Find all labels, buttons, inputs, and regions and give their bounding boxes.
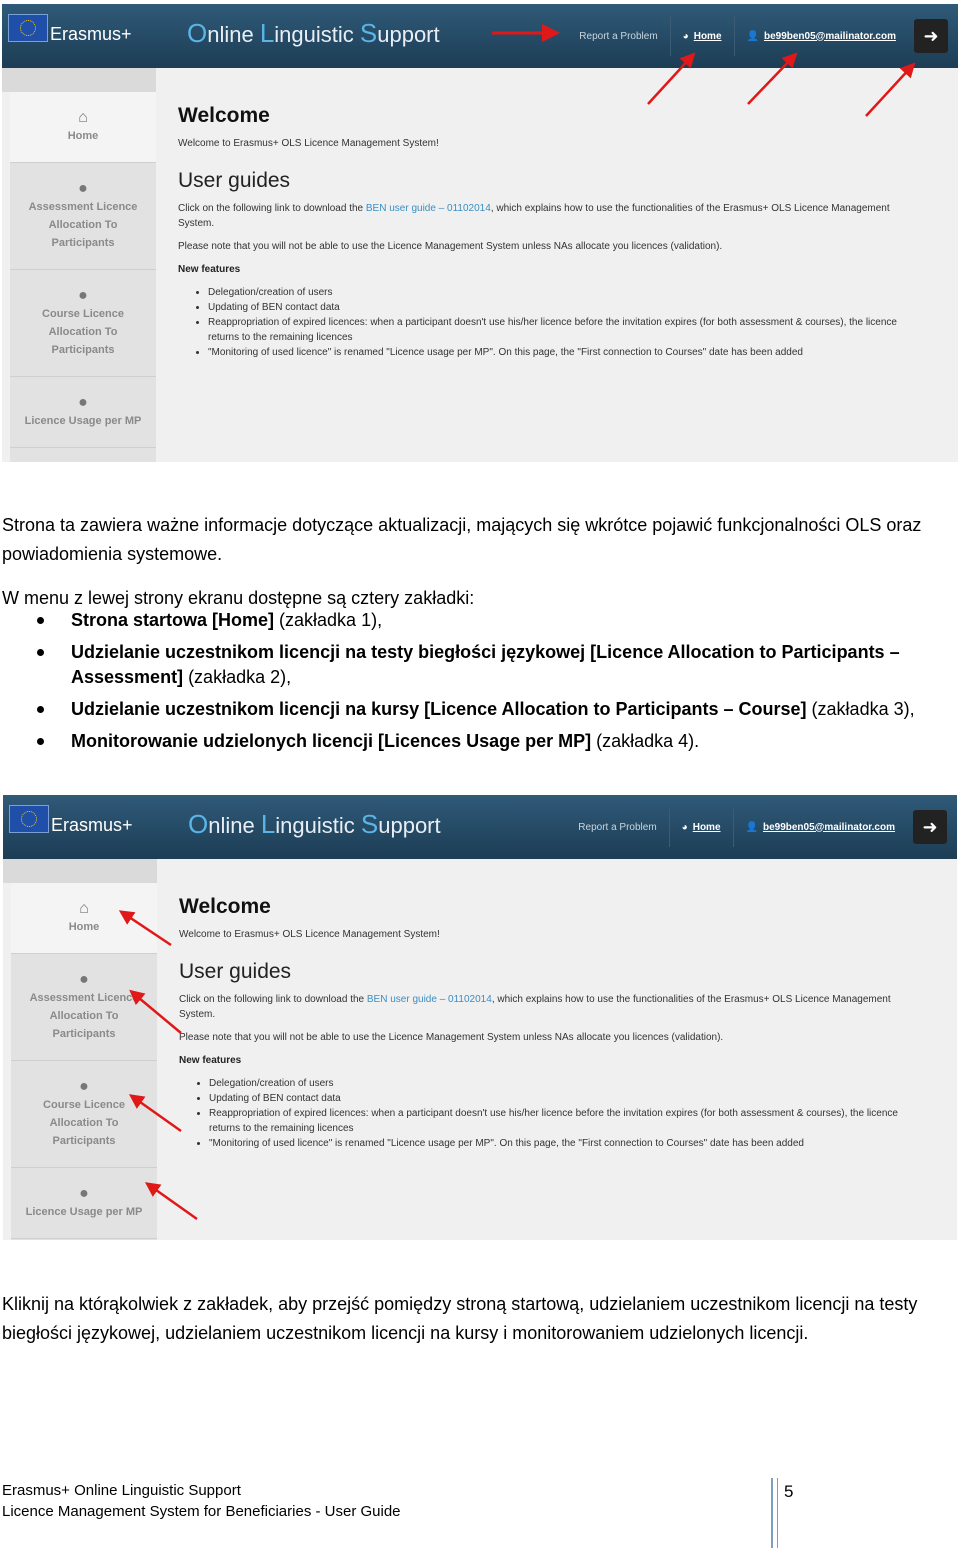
award-icon: ● [79,1185,89,1202]
nav-home-link[interactable]: Home [693,822,721,833]
user-icon: 👤 [745,821,758,833]
user-guides-heading: User guides [178,169,291,192]
user-account-link[interactable]: be99ben05@mailinator.com [763,822,895,833]
logout-button[interactable]: ➜ [913,810,947,844]
eu-flag-logo [9,805,49,833]
home-icon: ⌂ [78,109,88,126]
award-icon: ● [79,971,89,988]
sidebar: ⌂ Home ● Assessment Licence Allocation To … [11,883,157,1240]
list-item: "Monitoring of used licence" is renamed … [208,345,928,360]
user-guides-heading: User guides [179,960,292,983]
app-title: Online Linguistic Support [188,809,441,839]
page-number-divider [771,1478,778,1548]
report-problem-link[interactable]: Report a Problem [567,16,669,56]
footer-line-2: Licence Management System for Beneficiar… [2,1503,401,1520]
logout-icon: ➜ [922,816,938,837]
dashboard-icon: ◕ [682,30,689,42]
screenshot-header-links: Erasmus+ Online Linguistic Support Repor… [2,4,958,462]
doc-text-1: Strona ta zawiera ważne informacje dotyc… [2,511,952,761]
award-icon: ● [78,394,88,411]
guide-text: Click on the following link to download … [178,203,890,229]
sidebar-item-course[interactable]: ● Course Licence Allocation To Participan… [11,1061,157,1168]
welcome-heading: Welcome [178,104,270,127]
welcome-subtitle: Welcome to Erasmus+ OLS Licence Manageme… [179,929,440,940]
screenshot-sidebar-tabs: Erasmus+ Online Linguistic Support Repor… [3,795,957,1240]
tabs-list: Strona startowa [Home] (zakładka 1), Udz… [2,608,952,754]
intro-paragraph: Strona ta zawiera ważne informacje dotyc… [2,515,922,564]
welcome-heading: Welcome [179,895,271,918]
dashboard-icon: ◕ [681,821,688,833]
list-item: Updating of BEN contact data [208,300,928,315]
list-item: Reappropriation of expired licences: whe… [208,315,928,345]
list-item: Strona startowa [Home] (zakładka 1), [37,608,952,633]
main-content: Welcome Welcome to Erasmus+ OLS Licence … [178,104,928,360]
user-guide-link[interactable]: BEN user guide – 01102014 [366,203,491,214]
features-list: Delegation/creation of users Updating of… [178,285,928,360]
eu-flag-logo [8,14,48,42]
list-item: Updating of BEN contact data [209,1091,927,1106]
guide-text: Click on the following link to download … [179,994,891,1020]
sidebar-item-assessment[interactable]: ● Assessment Licence Allocation To Partic… [11,954,157,1061]
menu-intro: W menu z lewej strony ekranu dostępne są… [2,588,475,608]
user-guide-link[interactable]: BEN user guide – 01102014 [367,994,492,1005]
sidebar: ⌂ Home ● Assessment Licence Allocation To … [10,92,156,462]
top-nav: Report a Problem ◕ Home 👤 be99ben05@mailin… [567,4,958,68]
logout-button[interactable]: ➜ [914,19,948,53]
list-item: Udzielanie uczestnikom licencji na testy… [37,640,952,690]
sidebar-item-usage[interactable]: ● Licence Usage per MP [10,377,156,448]
page-footer: Erasmus+ Online Linguistic Support Licen… [2,1480,401,1522]
page-number: 5 [784,1482,794,1501]
list-item: Delegation/creation of users [208,285,928,300]
new-features-heading: New features [179,1055,242,1066]
brand-name: Erasmus+ [51,815,133,835]
list-item: Udzielanie uczestnikom licencji na kursy… [37,697,952,722]
list-item: "Monitoring of used licence" is renamed … [209,1136,927,1151]
award-icon: ● [78,287,88,304]
list-item: Reappropriation of expired licences: whe… [209,1106,927,1136]
features-list: Delegation/creation of users Updating of… [179,1076,927,1151]
nav-home-link[interactable]: Home [694,31,722,42]
home-icon: ⌂ [79,900,89,917]
list-item: Monitorowanie udzielonych licencji [Lice… [37,729,952,754]
user-icon: 👤 [746,30,759,42]
sidebar-item-usage[interactable]: ● Licence Usage per MP [11,1168,157,1239]
app-header: Erasmus+ Online Linguistic Support Repor… [3,795,957,859]
main-content: Welcome Welcome to Erasmus+ OLS Licence … [179,895,927,1151]
welcome-subtitle: Welcome to Erasmus+ OLS Licence Manageme… [178,138,439,149]
sidebar-item-home[interactable]: ⌂ Home [11,883,157,954]
validation-note: Please note that you will not be able to… [179,1032,724,1043]
logout-icon: ➜ [923,25,939,46]
award-icon: ● [79,1078,89,1095]
sidebar-item-course[interactable]: ● Course Licence Allocation To Participan… [10,270,156,377]
validation-note: Please note that you will not be able to… [178,241,723,252]
top-nav: Report a Problem ◕ Home 👤 be99ben05@mailin… [566,795,957,859]
list-item: Delegation/creation of users [209,1076,927,1091]
navigation-paragraph: Kliknij na którąkolwiek z zakładek, aby … [2,1294,918,1343]
sidebar-item-home[interactable]: ⌂ Home [10,92,156,163]
new-features-heading: New features [178,264,241,275]
footer-line-1: Erasmus+ Online Linguistic Support [2,1482,241,1499]
app-header: Erasmus+ Online Linguistic Support Repor… [2,4,958,68]
doc-text-2: Kliknij na którąkolwiek z zakładek, aby … [2,1290,952,1348]
award-icon: ● [78,180,88,197]
sidebar-item-assessment[interactable]: ● Assessment Licence Allocation To Partic… [10,163,156,270]
user-account-link[interactable]: be99ben05@mailinator.com [764,31,896,42]
report-problem-link[interactable]: Report a Problem [566,807,668,847]
brand-name: Erasmus+ [50,24,132,44]
app-title: Online Linguistic Support [187,18,440,48]
